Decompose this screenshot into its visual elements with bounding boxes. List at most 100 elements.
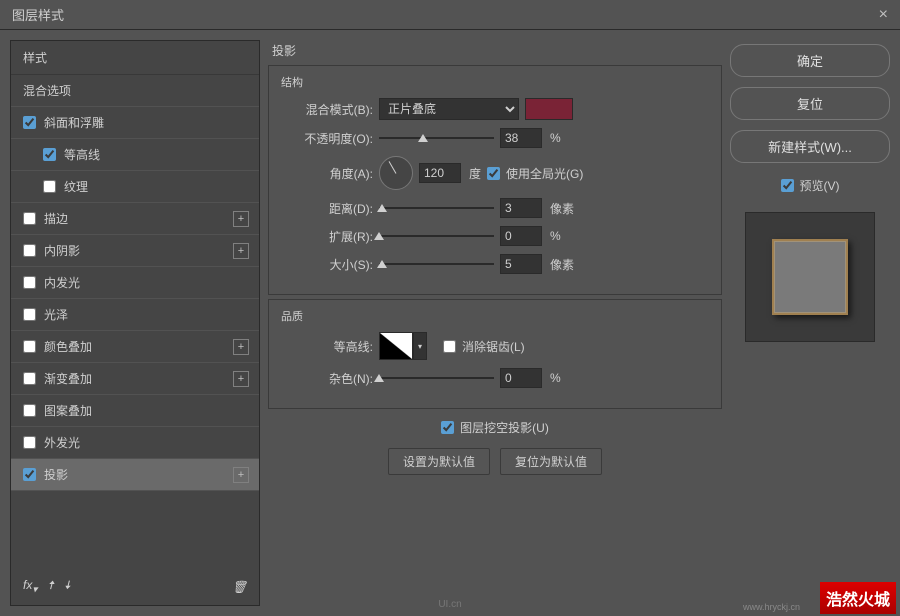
style-checkbox[interactable] [23, 404, 36, 417]
style-checkbox[interactable] [43, 148, 56, 161]
watermark-url: www.hryckj.cn [743, 602, 800, 612]
angle-dial[interactable] [379, 156, 413, 190]
structure-group: 结构 混合模式(B): 正片叠底 不透明度(O): % 角度(A): 度 使用 [268, 65, 722, 295]
add-effect-icon[interactable]: + [233, 371, 249, 387]
style-item[interactable]: 等高线 [11, 139, 259, 171]
shadow-color-swatch[interactable] [525, 98, 573, 120]
noise-unit: % [550, 371, 561, 385]
spread-slider[interactable] [379, 227, 494, 245]
style-checkbox[interactable] [23, 340, 36, 353]
angle-input[interactable] [419, 163, 461, 183]
preview-checkbox[interactable] [781, 179, 794, 192]
new-style-button[interactable]: 新建样式(W)... [730, 130, 890, 163]
style-item[interactable]: 颜色叠加 + [11, 331, 259, 363]
close-icon[interactable]: × [879, 6, 888, 24]
style-label: 外发光 [44, 434, 80, 451]
style-label: 内阴影 [44, 242, 80, 259]
style-item[interactable]: 光泽 [11, 299, 259, 331]
style-item[interactable]: 内发光 [11, 267, 259, 299]
style-checkbox[interactable] [23, 212, 36, 225]
ok-button[interactable]: 确定 [730, 44, 890, 77]
contour-dropdown-icon[interactable]: ▾ [413, 332, 427, 360]
preview-box [745, 212, 875, 342]
style-label: 颜色叠加 [44, 338, 92, 355]
knockout-label: 图层挖空投影(U) [460, 419, 549, 436]
style-label: 斜面和浮雕 [44, 114, 104, 131]
style-item[interactable]: 描边 + [11, 203, 259, 235]
noise-slider[interactable] [379, 369, 494, 387]
style-checkbox[interactable] [23, 244, 36, 257]
reset-default-button[interactable]: 复位为默认值 [500, 448, 602, 475]
add-effect-icon[interactable]: + [233, 339, 249, 355]
size-slider[interactable] [379, 255, 494, 273]
antialias-checkbox[interactable] [443, 340, 456, 353]
style-item[interactable]: 斜面和浮雕 [11, 107, 259, 139]
opacity-label: 不透明度(O): [281, 130, 373, 147]
arrow-down-icon[interactable]: 🠇 [64, 576, 71, 597]
spread-unit: % [550, 229, 561, 243]
effect-title: 投影 [268, 40, 722, 61]
contour-swatch[interactable] [379, 332, 413, 360]
noise-label: 杂色(N): [281, 370, 373, 387]
style-checkbox[interactable] [23, 308, 36, 321]
style-item[interactable]: 投影 + [11, 459, 259, 491]
quality-group: 品质 等高线: ▾ 消除锯齿(L) 杂色(N): % [268, 299, 722, 409]
reset-button[interactable]: 复位 [730, 87, 890, 120]
antialias-label: 消除锯齿(L) [462, 338, 525, 355]
style-item[interactable]: 纹理 [11, 171, 259, 203]
opacity-input[interactable] [500, 128, 542, 148]
blending-options-item[interactable]: 混合选项 [11, 75, 259, 107]
trash-icon[interactable]: 🗑 [232, 580, 247, 594]
style-checkbox[interactable] [23, 372, 36, 385]
style-item[interactable]: 渐变叠加 + [11, 363, 259, 395]
fx-icon[interactable]: fx▾ [23, 578, 37, 595]
quality-legend: 品质 [281, 308, 709, 324]
styles-header: 样式 [11, 41, 259, 75]
spread-input[interactable] [500, 226, 542, 246]
angle-unit: 度 [469, 165, 481, 182]
global-light-checkbox-wrap[interactable]: 使用全局光(G) [487, 165, 583, 182]
blending-options-label: 混合选项 [23, 82, 71, 99]
style-label: 等高线 [64, 146, 100, 163]
style-label: 描边 [44, 210, 68, 227]
watermark-logo: 浩然火城 [820, 582, 896, 614]
size-label: 大小(S): [281, 256, 373, 273]
contour-label: 等高线: [281, 338, 373, 355]
style-checkbox[interactable] [23, 468, 36, 481]
global-light-label: 使用全局光(G) [506, 165, 583, 182]
blend-mode-label: 混合模式(B): [281, 101, 373, 118]
style-item[interactable]: 内阴影 + [11, 235, 259, 267]
add-effect-icon[interactable]: + [233, 211, 249, 227]
distance-input[interactable] [500, 198, 542, 218]
arrow-up-icon[interactable]: 🠅 [47, 576, 54, 597]
style-checkbox[interactable] [23, 436, 36, 449]
angle-label: 角度(A): [281, 165, 373, 182]
opacity-unit: % [550, 131, 561, 145]
distance-slider[interactable] [379, 199, 494, 217]
size-input[interactable] [500, 254, 542, 274]
knockout-checkbox-wrap[interactable]: 图层挖空投影(U) [268, 419, 722, 436]
style-checkbox[interactable] [23, 116, 36, 129]
spread-label: 扩展(R): [281, 228, 373, 245]
add-effect-icon[interactable]: + [233, 243, 249, 259]
style-label: 内发光 [44, 274, 80, 291]
antialias-checkbox-wrap[interactable]: 消除锯齿(L) [443, 338, 525, 355]
add-effect-icon[interactable]: + [233, 467, 249, 483]
style-item[interactable]: 外发光 [11, 427, 259, 459]
global-light-checkbox[interactable] [487, 167, 500, 180]
noise-input[interactable] [500, 368, 542, 388]
make-default-button[interactable]: 设置为默认值 [388, 448, 490, 475]
style-label: 渐变叠加 [44, 370, 92, 387]
blend-mode-select[interactable]: 正片叠底 [379, 98, 519, 120]
styles-sidebar: 样式 混合选项 斜面和浮雕等高线纹理描边 + 内阴影 + 内发光光泽颜色叠加 + 渐变叠加 +… [10, 40, 260, 606]
knockout-checkbox[interactable] [441, 421, 454, 434]
style-label: 投影 [44, 466, 68, 483]
preview-checkbox-wrap[interactable]: 预览(V) [730, 177, 890, 194]
style-item[interactable]: 图案叠加 [11, 395, 259, 427]
opacity-slider[interactable] [379, 129, 494, 147]
distance-label: 距离(D): [281, 200, 373, 217]
style-checkbox[interactable] [23, 276, 36, 289]
style-checkbox[interactable] [43, 180, 56, 193]
dialog-title: 图层样式 [12, 5, 64, 24]
watermark-uicn: UI.cn [438, 599, 461, 610]
